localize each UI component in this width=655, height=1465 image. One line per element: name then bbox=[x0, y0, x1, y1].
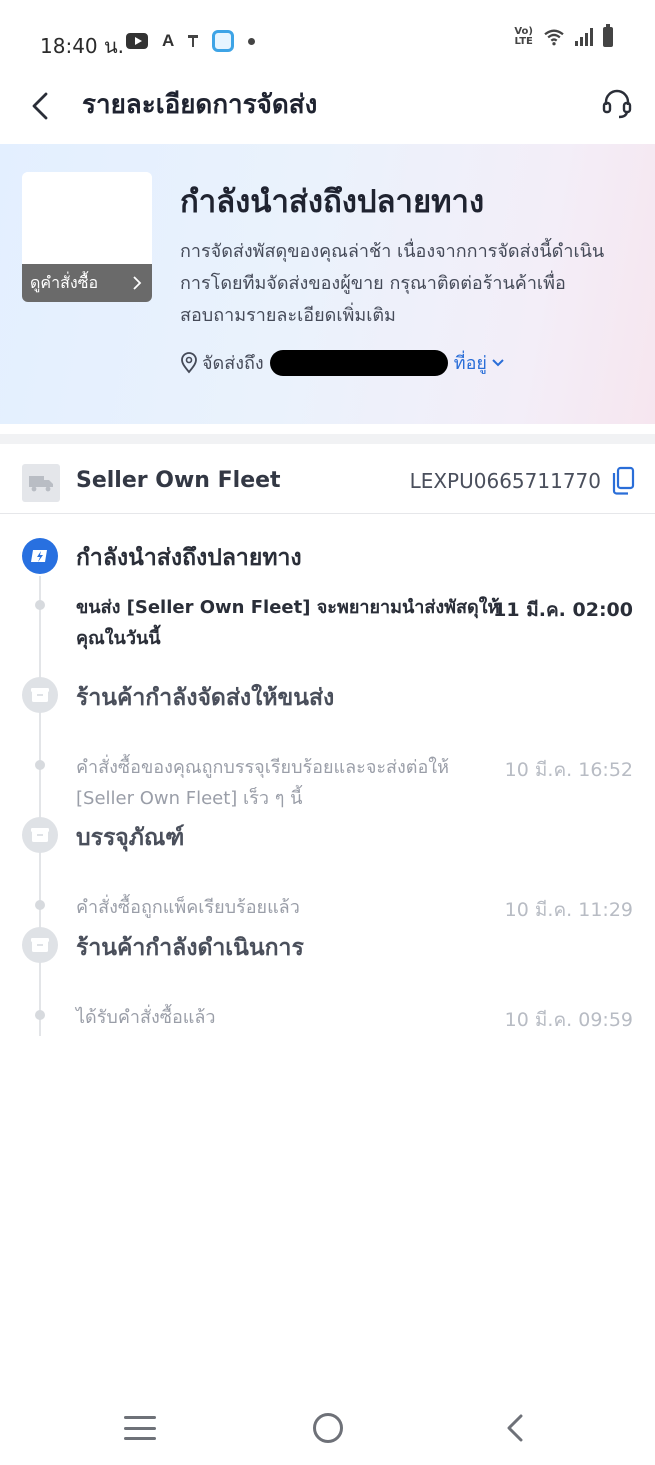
page-title: รายละเอียดการจัดส่ง bbox=[82, 90, 318, 120]
event-text: คำสั่งซื้อถูกแพ็คเรียบร้อยแล้ว bbox=[76, 897, 300, 918]
truck-icon bbox=[22, 464, 60, 502]
view-order-button[interactable]: ดูคำสั่งซื้อ bbox=[22, 264, 152, 302]
menu-icon[interactable] bbox=[124, 1416, 156, 1440]
box-icon bbox=[22, 817, 58, 853]
headset-icon[interactable] bbox=[599, 86, 635, 122]
delivery-status-banner: ดูคำสั่งซื้อ กำลังนำส่งถึงปลายทาง การจัด… bbox=[0, 144, 655, 424]
home-icon[interactable] bbox=[313, 1413, 343, 1443]
status-icons-left: A bbox=[126, 30, 256, 52]
tracking-number: LEXPU0665711770 bbox=[409, 469, 601, 493]
product-thumbnail[interactable]: ดูคำสั่งซื้อ bbox=[22, 172, 152, 302]
chevron-right-icon bbox=[133, 276, 142, 290]
milestone-title: บรรจุภัณฑ์ bbox=[76, 825, 185, 851]
timeline-dot bbox=[35, 1010, 45, 1020]
location-pin-icon bbox=[181, 351, 197, 373]
event-text: ได้รับคำสั่งซื้อแล้ว bbox=[76, 1007, 216, 1028]
event-text: ขนส่ง [Seller Own Fleet] จะพยายามนำส่งพั… bbox=[76, 597, 500, 649]
back-icon[interactable] bbox=[505, 1412, 525, 1444]
milestone-title: ร้านค้ากำลังจัดส่งให้ขนส่ง bbox=[76, 685, 335, 711]
timeline-dot bbox=[35, 760, 45, 770]
status-bar: 18:40 น. A Vo) LTE bbox=[0, 0, 655, 80]
carrier-name: Seller Own Fleet bbox=[76, 468, 281, 493]
event-time: 11 มี.ค. 02:00 bbox=[493, 599, 633, 621]
top-app-bar: รายละเอียดการจัดส่ง bbox=[0, 70, 655, 144]
redacted-address bbox=[269, 349, 448, 376]
signal-icon bbox=[575, 28, 593, 46]
pin-icon bbox=[188, 33, 199, 49]
chevron-down-icon bbox=[492, 358, 504, 366]
delivery-status-description: การจัดส่งพัสดุของคุณล่าช้า เนื่องจากการจ… bbox=[180, 241, 605, 326]
a-letter-icon: A bbox=[162, 31, 175, 50]
event-time: 10 มี.ค. 09:59 bbox=[504, 1009, 633, 1031]
app-face-icon bbox=[212, 30, 235, 52]
system-nav-bar bbox=[0, 1390, 655, 1465]
volte-icon: Vo) LTE bbox=[514, 26, 533, 47]
in-transit-icon bbox=[22, 538, 58, 574]
address-link-label: ที่อยู่ bbox=[453, 353, 487, 374]
status-icons-right: Vo) LTE bbox=[514, 24, 613, 47]
youtube-icon bbox=[126, 33, 148, 49]
view-order-label: ดูคำสั่งซื้อ bbox=[30, 272, 99, 292]
delivery-status-title: กำลังนำส่งถึงปลายทาง bbox=[180, 184, 485, 220]
ship-to-label: จัดส่งถึง bbox=[202, 353, 264, 374]
box-icon bbox=[22, 927, 58, 963]
timeline-dot bbox=[35, 900, 45, 910]
event-time: 10 มี.ค. 16:52 bbox=[504, 759, 633, 781]
wifi-icon bbox=[544, 29, 564, 46]
milestone-title: ร้านค้ากำลังดำเนินการ bbox=[76, 935, 304, 961]
dot-icon bbox=[248, 37, 256, 45]
box-icon bbox=[22, 677, 58, 713]
milestone-title: กำลังนำส่งถึงปลายทาง bbox=[76, 545, 302, 571]
timeline-dot bbox=[35, 600, 45, 610]
event-time: 10 มี.ค. 11:29 bbox=[504, 899, 633, 921]
battery-icon bbox=[603, 24, 613, 47]
copy-icon[interactable] bbox=[611, 466, 635, 496]
thumbnail-blur bbox=[22, 172, 152, 242]
event-text: คำสั่งซื้อของคุณถูกบรรจุเรียบร้อยและจะส่… bbox=[76, 757, 449, 809]
carrier-row: Seller Own Fleet LEXPU0665711770 bbox=[0, 434, 655, 514]
chevron-left-icon[interactable] bbox=[26, 88, 56, 124]
status-time: 18:40 น. bbox=[40, 34, 125, 58]
address-link[interactable]: ที่อยู่ bbox=[454, 348, 505, 377]
ship-to-row: จัดส่งถึง ที่อยู่ bbox=[180, 348, 505, 377]
timeline-line bbox=[39, 576, 41, 1036]
